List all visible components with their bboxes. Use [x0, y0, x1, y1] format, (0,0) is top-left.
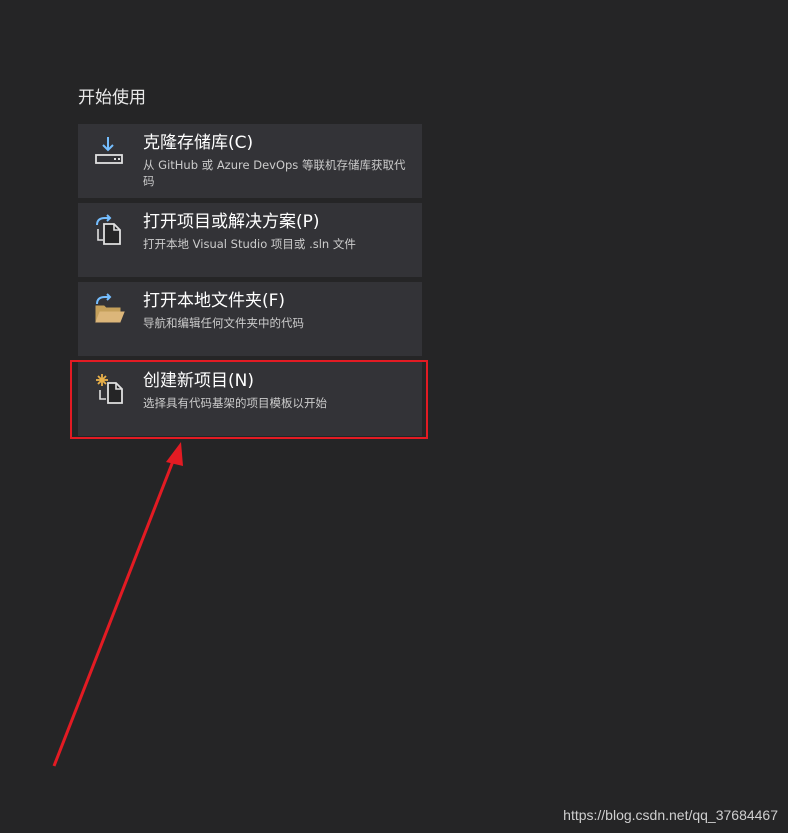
- card-description: 导航和编辑任何文件夹中的代码: [143, 316, 304, 330]
- section-title: 开始使用: [78, 88, 146, 108]
- open-project-card[interactable]: 打开项目或解决方案(P) 打开本地 Visual Studio 项目或 .sln…: [78, 203, 422, 277]
- open-folder-card[interactable]: 打开本地文件夹(F) 导航和编辑任何文件夹中的代码: [78, 282, 422, 356]
- card-description: 选择具有代码基架的项目模板以开始: [143, 396, 327, 410]
- clone-download-icon: [94, 134, 128, 168]
- card-title: 打开项目或解决方案(P): [143, 212, 320, 232]
- card-title: 创建新项目(N): [143, 371, 254, 391]
- card-title: 克隆存储库(C): [143, 133, 254, 153]
- open-project-icon: [94, 213, 128, 247]
- open-folder-icon: [94, 292, 128, 326]
- card-title: 打开本地文件夹(F): [143, 291, 286, 311]
- start-window: 开始使用 克隆存储库(C) 从 GitHub 或 Azure DevOps 等联…: [0, 0, 788, 833]
- card-description: 从 GitHub 或 Azure DevOps 等联机存储库获取代码: [143, 158, 406, 188]
- new-project-icon: [94, 372, 128, 406]
- card-description: 打开本地 Visual Studio 项目或 .sln 文件: [143, 237, 356, 251]
- watermark-text: https://blog.csdn.net/qq_37684467: [563, 807, 778, 823]
- clone-repository-card[interactable]: 克隆存储库(C) 从 GitHub 或 Azure DevOps 等联机存储库获…: [78, 124, 422, 198]
- create-new-project-card[interactable]: 创建新项目(N) 选择具有代码基架的项目模板以开始: [78, 362, 422, 436]
